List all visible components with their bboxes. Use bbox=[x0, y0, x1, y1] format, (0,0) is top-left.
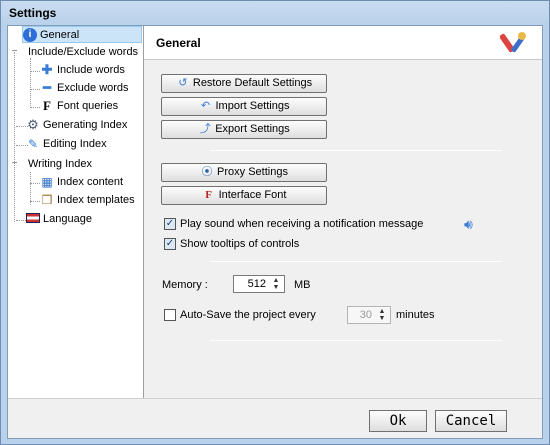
show-tooltips-checkbox[interactable]: ✓ Show tooltips of controls bbox=[164, 237, 299, 251]
flag-icon bbox=[26, 213, 40, 224]
restore-defaults-button[interactable]: ↺ Restore Default Settings bbox=[161, 74, 327, 93]
spin-arrows-icon[interactable]: ▲ ▼ bbox=[375, 308, 389, 322]
collapse-icon[interactable]: − bbox=[10, 47, 19, 57]
speaker-icon[interactable]: 🔊︎ bbox=[464, 216, 473, 233]
tree-item-writing-index[interactable]: Writing Index bbox=[28, 156, 92, 173]
panel-header: General bbox=[144, 26, 542, 60]
checkbox-checked-icon: ✓ bbox=[164, 238, 176, 251]
settings-window: Settings i General − Include/Exclude word… bbox=[0, 0, 550, 445]
page-title: General bbox=[156, 36, 201, 50]
restore-icon: ↺ bbox=[178, 77, 188, 89]
box-icon: ❒ bbox=[41, 193, 53, 208]
tree-item-exclude-words[interactable]: ━ Exclude words bbox=[40, 80, 128, 97]
export-settings-button[interactable]: ⤴ Export Settings bbox=[161, 120, 327, 139]
memory-unit: MB bbox=[294, 279, 311, 291]
cancel-button[interactable]: Cancel bbox=[435, 410, 507, 432]
tools-icon bbox=[500, 32, 526, 53]
tree-item-index-templates[interactable]: ❒ Index templates bbox=[40, 192, 135, 209]
tree-item-font-queries[interactable]: F Font queries bbox=[40, 98, 118, 115]
tree-item-editing-index[interactable]: ✎ Editing Index bbox=[26, 136, 107, 153]
font-icon: F bbox=[205, 189, 212, 201]
export-icon: ⤴ bbox=[199, 123, 211, 135]
font-icon: F bbox=[43, 98, 51, 114]
checkbox-unchecked-icon bbox=[164, 309, 176, 322]
gear-icon: ⚙ bbox=[27, 117, 39, 133]
spin-arrows-icon[interactable]: ▲ ▼ bbox=[269, 277, 283, 291]
separator bbox=[210, 340, 502, 341]
import-settings-button[interactable]: ↶ Import Settings bbox=[161, 97, 327, 116]
import-icon: ↶ bbox=[200, 100, 211, 112]
info-icon: i bbox=[23, 28, 37, 43]
general-panel: General ↺ Restore Default Settings ↶ Impor… bbox=[144, 26, 542, 398]
window-title: Settings bbox=[9, 6, 57, 20]
memory-label: Memory : bbox=[162, 279, 208, 291]
autosave-unit: minutes bbox=[396, 309, 435, 321]
play-sound-checkbox[interactable]: ✓ Play sound when receiving a notificatio… bbox=[164, 217, 423, 231]
settings-tree: i General − Include/Exclude words ✚ Includ… bbox=[8, 26, 144, 398]
memory-stepper[interactable]: 512 ▲ ▼ bbox=[233, 275, 285, 293]
tree-item-index-content[interactable]: ▦ Index content bbox=[40, 174, 123, 191]
tree-item-generating-index[interactable]: ⚙ Generating Index bbox=[26, 117, 127, 134]
tree-item-include-words[interactable]: ✚ Include words bbox=[40, 62, 125, 79]
separator bbox=[210, 261, 502, 262]
tree-item-include-exclude[interactable]: Include/Exclude words bbox=[28, 44, 138, 61]
dialog-client: i General − Include/Exclude words ✚ Includ… bbox=[7, 25, 543, 439]
autosave-checkbox[interactable]: Auto-Save the project every bbox=[164, 308, 316, 322]
minus-icon: ━ bbox=[43, 80, 51, 96]
tree-item-general[interactable]: i General bbox=[22, 26, 142, 43]
network-icon: ⦿ bbox=[201, 166, 213, 178]
title-bar: Settings bbox=[1, 1, 549, 25]
pen-icon: ✎ bbox=[27, 137, 39, 152]
dialog-footer: Ok Cancel bbox=[8, 398, 542, 438]
proxy-settings-button[interactable]: ⦿ Proxy Settings bbox=[161, 163, 327, 182]
ok-button[interactable]: Ok bbox=[369, 410, 427, 432]
interface-font-button[interactable]: F Interface Font bbox=[161, 186, 327, 205]
collapse-icon[interactable]: − bbox=[10, 159, 19, 169]
plus-icon: ✚ bbox=[41, 62, 53, 78]
tree-item-language[interactable]: Language bbox=[26, 211, 92, 228]
autosave-stepper[interactable]: 30 ▲ ▼ bbox=[347, 306, 391, 324]
checkbox-checked-icon: ✓ bbox=[164, 218, 176, 231]
separator bbox=[210, 150, 502, 151]
calendar-icon: ▦ bbox=[41, 175, 53, 190]
